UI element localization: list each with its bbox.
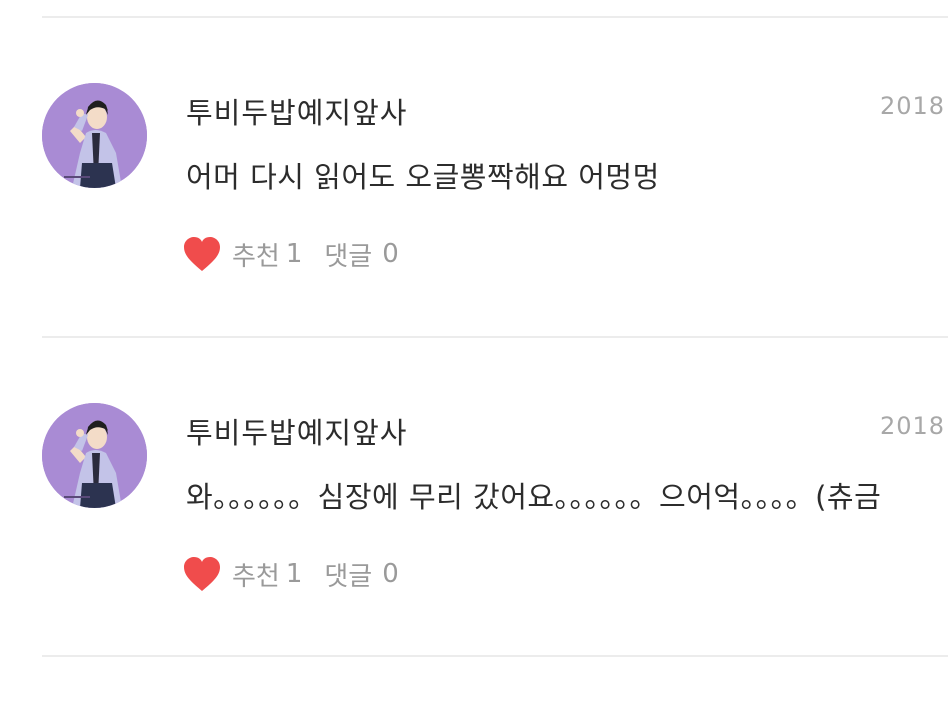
comment-actions: 추천 1 댓글 0 <box>182 552 399 596</box>
like-label: 추천 <box>232 241 280 272</box>
like-count: 1 <box>285 559 303 589</box>
avatar[interactable] <box>42 403 147 508</box>
comment-date: 2018 <box>880 92 946 120</box>
avatar[interactable] <box>42 83 147 188</box>
divider <box>42 655 948 657</box>
comment-date: 2018 <box>880 412 946 440</box>
reply-count: 0 <box>382 239 399 269</box>
like-count: 1 <box>285 239 303 269</box>
avatar-illustration <box>42 83 147 188</box>
comment-item: 투비두밥예지앞사 2018 어머 다시 읽어도 오글뽕짝해요 어멍멍 추천 1 … <box>0 18 948 336</box>
comment-item: 투비두밥예지앞사 2018 와。。。。。。심장에 무리 갔어요。。。。。。으어억… <box>0 338 948 656</box>
comment-text: 와。。。。。。심장에 무리 갔어요。。。。。。으어억。。。。(츄금 <box>186 480 882 514</box>
comment-list: 투비두밥예지앞사 2018 어머 다시 읽어도 오글뽕짝해요 어멍멍 추천 1 … <box>0 0 948 711</box>
reply-button[interactable]: 댓글 <box>324 556 372 593</box>
avatar-illustration <box>42 403 147 508</box>
heart-icon[interactable] <box>182 235 222 273</box>
like-label: 추천 <box>232 561 280 592</box>
reply-count: 0 <box>382 559 399 589</box>
comment-actions: 추천 1 댓글 0 <box>182 232 399 276</box>
comment-author[interactable]: 투비두밥예지앞사 <box>186 90 407 132</box>
reply-button[interactable]: 댓글 <box>324 236 372 273</box>
comment-author[interactable]: 투비두밥예지앞사 <box>186 410 407 452</box>
comment-text: 어머 다시 읽어도 오글뽕짝해요 어멍멍 <box>186 160 660 194</box>
heart-icon[interactable] <box>182 555 222 593</box>
